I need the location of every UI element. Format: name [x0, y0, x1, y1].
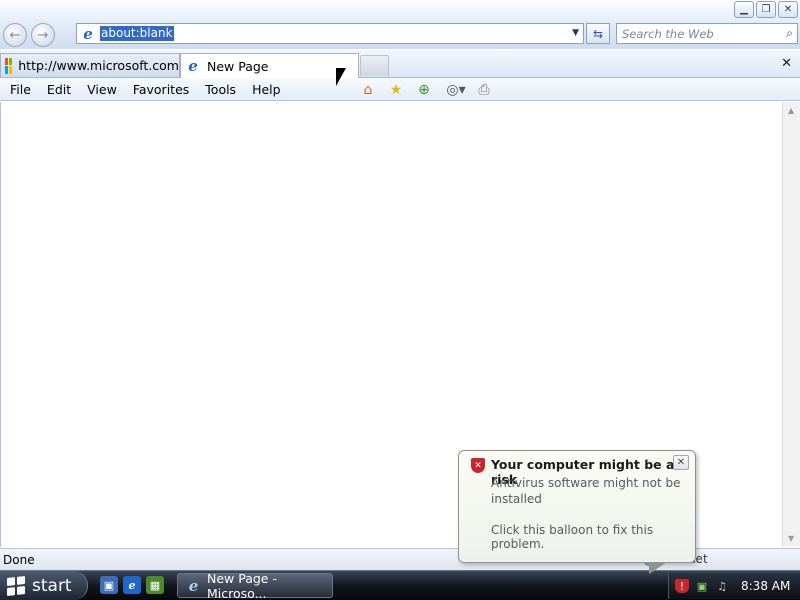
forward-arrow-icon: →	[37, 27, 49, 43]
volume-icon[interactable]: ♫	[715, 579, 729, 593]
quick-launch: ▣ e ▦	[100, 576, 164, 594]
ie-task-icon: e	[188, 576, 199, 595]
address-dropdown-icon[interactable]: ▼	[572, 28, 579, 38]
menu-tools[interactable]: Tools	[197, 81, 244, 98]
tab-microsoft[interactable]: http://www.microsoft.com	[0, 53, 180, 77]
address-toolbar: ← → e about:blank ▼ ⇆ ⌕	[0, 20, 800, 49]
back-button[interactable]: ←	[3, 23, 27, 47]
tab-label: http://www.microsoft.com	[18, 58, 179, 73]
show-desktop-icon[interactable]: ▣	[100, 576, 118, 594]
forward-button[interactable]: →	[31, 23, 55, 47]
window-titlebar: ▁ ❐ ✕	[0, 0, 800, 20]
shield-icon: ✕	[471, 458, 485, 473]
search-icon[interactable]: ⌕	[786, 26, 793, 41]
search-input[interactable]	[617, 24, 767, 43]
balloon-hint: Click this balloon to fix this problem.	[491, 523, 654, 551]
scroll-up-icon[interactable]: ▲	[788, 106, 794, 115]
close-icon: ✕	[783, 4, 793, 15]
restore-button[interactable]: ❐	[756, 1, 776, 18]
ie-icon: e	[188, 57, 198, 75]
tab-bar: http://www.microsoft.com e New Page ✕	[0, 50, 800, 78]
security-alert-icon[interactable]: !	[675, 579, 689, 593]
menu-items: File Edit View Favorites Tools Help	[2, 81, 289, 98]
menu-file[interactable]: File	[2, 81, 39, 98]
new-tab-button[interactable]	[360, 55, 389, 76]
add-favorite-icon[interactable]: ⊕	[414, 80, 434, 99]
menu-bar: File Edit View Favorites Tools Help ⌂ ★ …	[0, 78, 800, 101]
minimize-button[interactable]: ▁	[734, 1, 754, 18]
home-icon[interactable]: ⌂	[358, 80, 378, 99]
windows-logo-icon	[7, 575, 25, 596]
tab-label: New Page	[207, 58, 269, 74]
refresh-icon: ⇆	[592, 26, 604, 41]
system-tray: ! ▣ ♫ 8:38 AM	[668, 573, 800, 599]
clock[interactable]: 8:38 AM	[741, 579, 790, 593]
taskbar: start ▣ e ▦ e New Page - Microso... ! ▣ …	[0, 570, 800, 600]
favorites-star-icon[interactable]: ★	[386, 80, 406, 99]
menu-view[interactable]: View	[79, 81, 125, 98]
search-box: ⌕	[616, 23, 798, 44]
address-field[interactable]: e about:blank ▼	[76, 23, 584, 44]
taskbar-item-new-page[interactable]: e New Page - Microso...	[177, 570, 333, 600]
restore-icon: ❐	[761, 4, 771, 15]
microsoft-logo-icon	[5, 57, 13, 74]
switch-windows-icon[interactable]: ▦	[146, 576, 164, 594]
taskbar-item-label: New Page - Microso...	[206, 570, 277, 600]
start-label: start	[32, 575, 72, 596]
start-button[interactable]: start	[0, 571, 88, 600]
vertical-scrollbar[interactable]: ▲ ▼	[782, 102, 800, 547]
back-arrow-icon: ←	[9, 27, 21, 43]
balloon-message: Antivirus software might not be installe…	[491, 476, 681, 506]
refresh-button[interactable]: ⇆	[586, 23, 610, 44]
window-controls: ▁ ❐ ✕	[734, 1, 798, 18]
menu-favorites[interactable]: Favorites	[125, 81, 197, 98]
close-window-button[interactable]: ✕	[778, 1, 798, 18]
tab-new-page[interactable]: e New Page	[180, 53, 359, 78]
menu-help[interactable]: Help	[244, 81, 289, 98]
feeds-icon[interactable]: ◎▾	[446, 80, 466, 99]
balloon-close-button[interactable]: ✕	[673, 455, 689, 470]
network-icon[interactable]: ▣	[695, 579, 709, 593]
command-icons: ⌂ ★ ⊕ ◎▾ ⎙	[358, 80, 502, 99]
print-icon[interactable]: ⎙	[474, 80, 494, 99]
security-balloon[interactable]: ✕ Your computer might be at risk Antivir…	[458, 450, 696, 574]
ie-quicklaunch-icon[interactable]: e	[123, 576, 141, 594]
scroll-down-icon[interactable]: ▼	[788, 534, 794, 543]
minimize-icon: ▁	[740, 4, 748, 15]
address-url-text[interactable]: about:blank	[100, 26, 174, 41]
ie-page-icon: e	[83, 24, 93, 43]
close-tab-button[interactable]: ✕	[781, 56, 792, 71]
menu-edit[interactable]: Edit	[39, 81, 79, 98]
mouse-cursor-icon	[336, 68, 346, 86]
status-text: Done	[3, 553, 35, 567]
